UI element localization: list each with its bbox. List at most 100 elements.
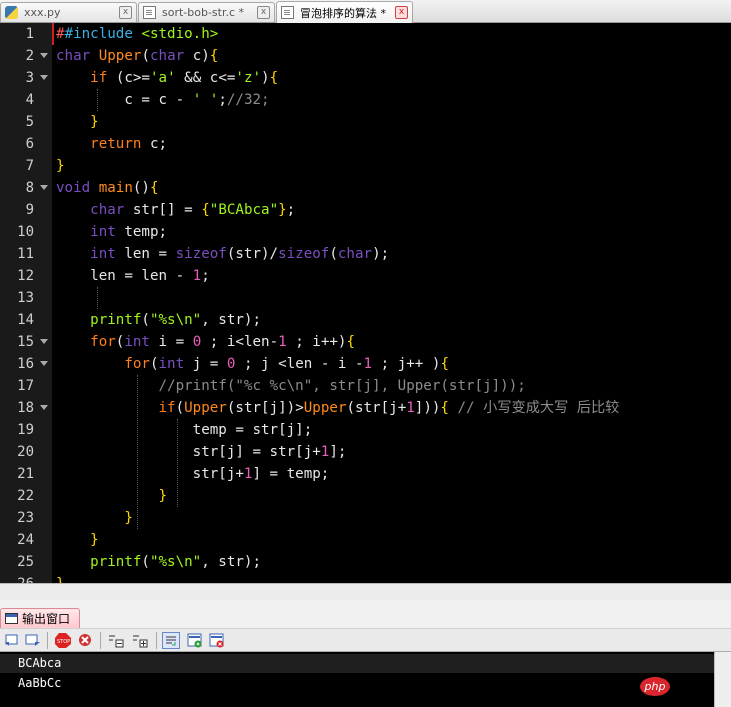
line-number: 21 [0,463,52,485]
code-line: int temp; [90,224,168,240]
stop-icon[interactable]: STOP [54,632,72,649]
tab-bubble-sort[interactable]: 冒泡排序的算法 * x [276,1,413,23]
code-line: str[j+1] = temp; [192,466,330,482]
line-number: 5 [0,111,52,133]
go-prev-icon[interactable] [4,632,22,649]
line-number: 26 [0,573,52,583]
output-console[interactable]: BCAbca AaBbCc [0,652,731,707]
line-number-text: 24 [17,532,34,548]
svg-text:STOP: STOP [57,639,70,645]
fold-arrow-icon[interactable] [40,361,48,366]
output-tab-label: 输出窗口 [22,612,71,626]
indent-guide [97,89,98,111]
php-watermark: php [640,677,670,696]
close-icon[interactable]: x [395,6,408,19]
line-number: 15 [0,331,52,353]
tab-sort-bob-str[interactable]: sort-bob-str.c * x [138,2,275,22]
line-number: 11 [0,243,52,265]
go-next-icon[interactable] [24,632,42,649]
fold-arrow-icon[interactable] [40,75,48,80]
toolbar-divider [156,632,157,649]
line-number-text: 16 [17,356,34,372]
line-number-text: 7 [25,158,34,174]
line-number-text: 11 [17,246,34,262]
line-number-text: 13 [17,290,34,306]
line-number: 12 [0,265,52,287]
code-line: } [124,510,133,526]
code-line: } [56,573,65,583]
add-icon[interactable] [186,632,204,649]
clear-icon[interactable] [76,632,94,649]
python-file-icon [5,6,18,19]
output-scrollbar[interactable] [714,652,731,707]
output-line: AaBbCc [18,676,62,690]
line-number: 25 [0,551,52,573]
line-number-text: 2 [25,48,34,64]
line-number-text: 4 [25,92,34,108]
remove-icon[interactable] [208,632,226,649]
fold-arrow-icon[interactable] [40,185,48,190]
expand-icon[interactable] [131,632,149,649]
code-line: //printf("%c %c\n", str[j], Upper(str[j]… [158,378,526,394]
line-number-text: 5 [25,114,34,130]
output-toolbar: STOP [0,628,731,652]
line-number: 6 [0,133,52,155]
line-number: 23 [0,507,52,529]
indent-guide [137,375,138,529]
line-number: 2 [0,45,52,67]
line-number: 17 [0,375,52,397]
code-editor[interactable]: 1 2 3 4 5 6 7 8 9 10 11 12 13 14 15 16 17 18 19 20 21 22 23 24 2… [0,23,731,583]
line-number: 20 [0,441,52,463]
close-icon[interactable]: x [257,6,270,19]
line-number: 19 [0,419,52,441]
line-number: 16 [0,353,52,375]
tab-bar: xxx.py x sort-bob-str.c * x 冒泡排序的算法 * x [0,0,731,23]
output-line: BCAbca [0,654,731,673]
line-number-text: 10 [17,224,34,240]
code-line: if(Upper(str[j])>Upper(str[j+1])){ // 小写… [158,400,620,416]
indent-guide [177,419,178,507]
line-number: 14 [0,309,52,331]
toolbar-divider [47,632,48,649]
fold-arrow-icon[interactable] [40,53,48,58]
line-number: 24 [0,529,52,551]
pane-splitter[interactable] [0,583,731,600]
line-number-text: 18 [17,400,34,416]
code-line: } [56,158,65,174]
close-icon[interactable]: x [119,6,132,19]
c-file-icon [281,6,294,19]
code-line: len = len - 1; [90,268,210,284]
line-number: 8 [0,177,52,199]
code-line: c = c - ' ';//32; [124,92,270,108]
toolbar-divider [100,632,101,649]
fold-arrow-icon[interactable] [40,405,48,410]
code-line: ##include <stdio.h> [56,26,219,42]
fold-arrow-icon[interactable] [40,339,48,344]
tab-label: xxx.py [24,6,61,19]
code-line: printf("%s\n", str); [90,312,262,328]
indent-guide [97,287,98,309]
line-number-text: 20 [17,444,34,460]
line-number-text: 15 [17,334,34,350]
wrap-icon[interactable] [162,632,180,649]
line-number-text: 23 [17,510,34,526]
line-number-gutter: 1 2 3 4 5 6 7 8 9 10 11 12 13 14 15 16 17 18 19 20 21 22 23 24 2… [0,23,52,583]
line-number: 3 [0,67,52,89]
line-number-text: 3 [25,70,34,86]
code-line: for(int i = 0 ; i<len-1 ; i++){ [90,334,356,350]
collapse-icon[interactable] [107,632,125,649]
output-window-tab[interactable]: 输出窗口 [0,608,80,628]
line-number-text: 1 [25,26,34,42]
code-line: void main(){ [56,180,159,196]
line-number: 1 [0,23,52,45]
line-number-text: 22 [17,488,34,504]
line-number: 10 [0,221,52,243]
window-icon [5,613,18,624]
line-number-text: 19 [17,422,34,438]
line-number-text: 12 [17,268,34,284]
code-line: } [158,488,168,504]
code-line: } [90,114,99,130]
tab-xxx-py[interactable]: xxx.py x [0,2,137,22]
line-number-text: 6 [25,136,34,152]
line-number: 13 [0,287,52,309]
